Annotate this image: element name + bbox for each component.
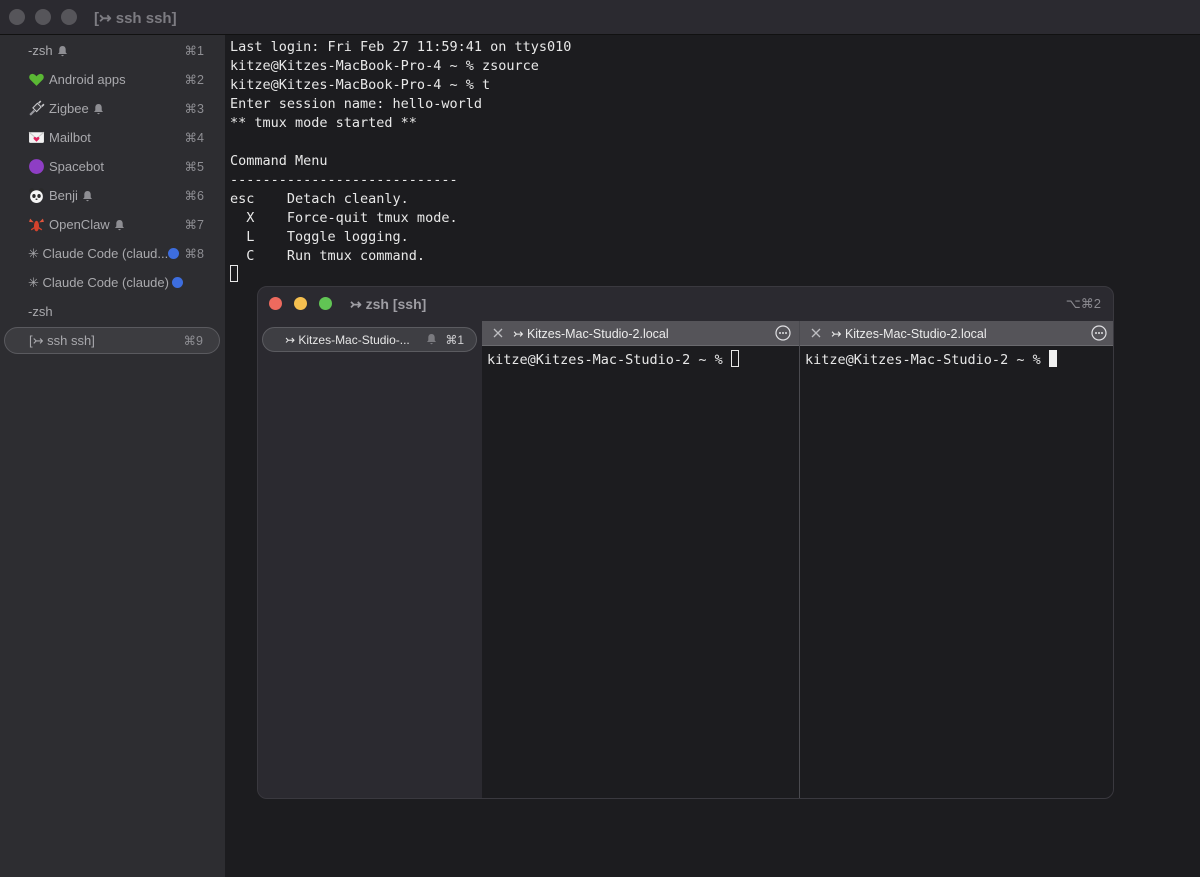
bell-icon	[93, 104, 103, 115]
pane-cursor	[730, 350, 739, 367]
love-letter-icon	[28, 131, 45, 143]
plug-icon	[29, 100, 45, 116]
unread-dot	[172, 277, 183, 288]
session-sidebar: -zsh ⌘1 Android apps ⌘2 Zigbee ⌘3 Mailbo…	[0, 35, 225, 877]
close-window-button[interactable]	[9, 9, 25, 25]
sidebar-item-zsh[interactable]: -zsh ⌘1	[4, 37, 220, 64]
inner-close-button[interactable]	[269, 297, 282, 310]
bell-icon	[427, 334, 436, 345]
sidebar-item-label: ✳ Claude Code (claude)	[28, 275, 169, 290]
shortcut-label: ⌘8	[184, 247, 204, 261]
inner-window: ↣ zsh [ssh] ⌥⌘2 ↣ Kitzes-Mac-Studio-... …	[257, 286, 1114, 799]
window-title: [↣ ssh ssh]	[94, 10, 177, 27]
terminal-line: C Run tmux command.	[230, 248, 426, 264]
bell-icon	[114, 220, 124, 231]
sidebar-item-label: Mailbot	[49, 130, 91, 145]
sidebar-item-ssh-active[interactable]: [↣ ssh ssh] ⌘9	[4, 327, 220, 354]
inner-zoom-button[interactable]	[319, 297, 332, 310]
panda-icon	[29, 188, 44, 203]
purple-circle-icon	[29, 159, 44, 174]
window-titlebar: [↣ ssh ssh]	[0, 0, 1200, 35]
sidebar-item-zsh-2[interactable]: -zsh	[4, 298, 220, 325]
more-options-icon[interactable]	[775, 325, 791, 341]
shortcut-label: ⌘3	[184, 102, 204, 116]
sidebar-item-claude-code-1[interactable]: ✳ Claude Code (claud... ⌘8	[4, 240, 220, 267]
more-options-icon[interactable]	[1091, 325, 1107, 341]
inner-window-title: ↣ zsh [ssh]	[350, 296, 427, 312]
inner-window-shortcut: ⌥⌘2	[1065, 296, 1101, 311]
close-pane-icon[interactable]	[490, 325, 506, 341]
sidebar-item-label: Benji	[49, 188, 93, 203]
pane-prompt: kitze@Kitzes-Mac-Studio-2 ~ %	[487, 350, 739, 368]
terminal-cursor	[230, 265, 238, 282]
bell-icon	[82, 191, 92, 202]
pane-prompt: kitze@Kitzes-Mac-Studio-2 ~ %	[805, 350, 1057, 368]
sidebar-item-label: Zigbee	[49, 101, 104, 116]
sidebar-item-openclaw[interactable]: OpenClaw ⌘7	[4, 211, 220, 238]
pane-tab[interactable]: ↣ Kitzes-Mac-Studio-2.local	[482, 321, 799, 346]
terminal-line: Enter session name: hello-world	[230, 96, 482, 112]
shortcut-label: ⌘5	[184, 160, 204, 174]
terminal-pane-right[interactable]: ↣ Kitzes-Mac-Studio-2.local kitze@Kitzes…	[800, 321, 1113, 798]
green-heart-icon	[29, 73, 44, 86]
lobster-icon	[29, 218, 44, 232]
sidebar-item-spacebot[interactable]: Spacebot ⌘5	[4, 153, 220, 180]
shortcut-label: ⌘1	[445, 333, 464, 347]
bell-icon	[57, 46, 67, 57]
shortcut-label: ⌘6	[184, 189, 204, 203]
inner-sidebar-item-mac-studio[interactable]: ↣ Kitzes-Mac-Studio-... ⌘1	[262, 327, 477, 352]
sidebar-item-android-apps[interactable]: Android apps ⌘2	[4, 66, 220, 93]
inner-sidebar: ↣ Kitzes-Mac-Studio-... ⌘1	[258, 321, 482, 798]
sidebar-item-label: ✳ Claude Code (claud...	[28, 246, 169, 261]
shortcut-label: ⌘2	[184, 73, 204, 87]
unread-dot	[168, 248, 179, 259]
shortcut-label: ⌘1	[184, 44, 204, 58]
zoom-window-button[interactable]	[61, 9, 77, 25]
terminal-line: X Force-quit tmux mode.	[230, 210, 458, 226]
sidebar-item-label: ↣ Kitzes-Mac-Studio-...	[285, 333, 410, 347]
pane-tab[interactable]: ↣ Kitzes-Mac-Studio-2.local	[800, 321, 1113, 346]
shortcut-label: ⌘7	[184, 218, 204, 232]
prompt-text: kitze@Kitzes-Mac-Studio-2 ~ %	[805, 352, 1049, 368]
terminal-line: ** tmux mode started **	[230, 115, 417, 131]
sidebar-item-mailbot[interactable]: Mailbot ⌘4	[4, 124, 220, 151]
terminal-pane-left[interactable]: ↣ Kitzes-Mac-Studio-2.local kitze@Kitzes…	[482, 321, 799, 798]
minimize-window-button[interactable]	[35, 9, 51, 25]
sidebar-item-label: -zsh	[28, 43, 68, 58]
terminal-output: Last login: Fri Feb 27 11:59:41 on ttys0…	[230, 38, 571, 266]
sidebar-item-label: OpenClaw	[49, 217, 125, 232]
close-pane-icon[interactable]	[808, 325, 824, 341]
sidebar-item-label: Android apps	[49, 72, 126, 87]
sidebar-item-label: Spacebot	[49, 159, 104, 174]
inner-minimize-button[interactable]	[294, 297, 307, 310]
terminal-line: Command Menu	[230, 153, 328, 169]
terminal-line: kitze@Kitzes-MacBook-Pro-4 ~ % t	[230, 77, 491, 93]
sidebar-item-benji[interactable]: Benji ⌘6	[4, 182, 220, 209]
sidebar-item-label: -zsh	[28, 304, 53, 319]
sidebar-item-claude-code-2[interactable]: ✳ Claude Code (claude)	[4, 269, 220, 296]
shortcut-label: ⌘9	[183, 334, 203, 348]
terminal-line: Last login: Fri Feb 27 11:59:41 on ttys0…	[230, 39, 572, 55]
terminal-line: L Toggle logging.	[230, 229, 409, 245]
prompt-text: kitze@Kitzes-Mac-Studio-2 ~ %	[487, 352, 731, 368]
terminal-line: ----------------------------	[230, 172, 458, 188]
shortcut-label: ⌘4	[184, 131, 204, 145]
sidebar-item-zigbee[interactable]: Zigbee ⌘3	[4, 95, 220, 122]
pane-tab-title: ↣ Kitzes-Mac-Studio-2.local	[831, 327, 987, 341]
pane-cursor	[1048, 350, 1057, 367]
terminal-line: kitze@Kitzes-MacBook-Pro-4 ~ % zsource	[230, 58, 539, 74]
sidebar-item-label: [↣ ssh ssh]	[29, 333, 95, 348]
pane-tab-title: ↣ Kitzes-Mac-Studio-2.local	[513, 327, 669, 341]
terminal-line: esc Detach cleanly.	[230, 191, 409, 207]
